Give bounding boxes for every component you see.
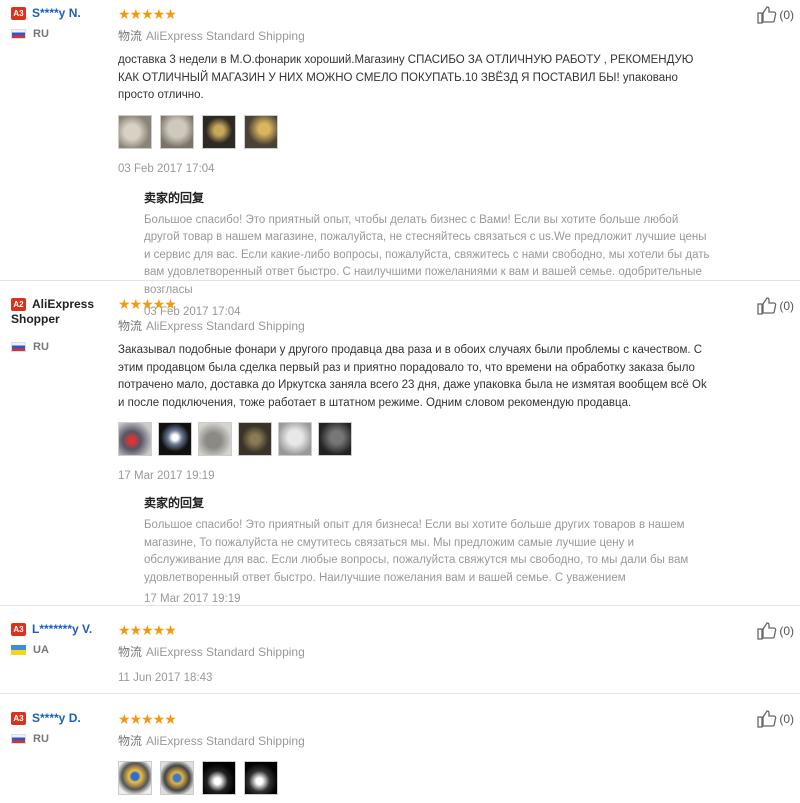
seller-reply-title: 卖家的回复 [144,190,205,205]
country-code: UA [33,644,49,656]
seller-reply-text: Большое спасибо! Это приятный опыт для б… [144,519,689,584]
review-item: A3 S****y D. RU ★★★★★ 物流 AliExpress Stand… [0,694,800,803]
thumbs-up-icon [757,622,777,640]
russia-flag-icon [11,29,26,39]
shipping-method: AliExpress Standard Shipping [146,319,305,333]
reviewer-country: RU [11,341,111,353]
review-date: 11 Jun 2017 18:43 [118,672,213,684]
review-photo-thumbnail[interactable] [160,761,194,795]
like-count: (0) [779,299,794,313]
reviewer-name[interactable]: S****y D. [32,711,81,726]
seller-reply: 卖家的回复 Большое спасибо! Это приятный опыт… [144,494,710,605]
like-button[interactable]: (0) [757,6,794,24]
reviewer-info: A3 S****y N. RU [11,6,111,40]
review-photo-thumbnail[interactable] [160,114,194,149]
like-button[interactable]: (0) [757,710,794,728]
reviewer-country: UA [11,644,111,656]
review-photo-thumbnail[interactable] [244,114,278,149]
like-count: (0) [779,712,794,726]
review-date: 17 Mar 2017 19:19 [118,470,215,482]
buyer-level-badge: A3 [11,623,26,636]
shipping-method: AliExpress Standard Shipping [146,645,305,659]
shipping-method: AliExpress Standard Shipping [146,29,305,43]
russia-flag-icon [11,342,26,352]
seller-reply-date: 17 Mar 2017 19:19 [144,593,241,605]
review-photo-thumbnail[interactable] [118,422,152,456]
like-count: (0) [779,624,794,638]
like-button[interactable]: (0) [757,622,794,640]
like-count: (0) [779,8,794,22]
reviewer-name[interactable]: L*******y V. [32,622,92,637]
review-photo-thumbnail[interactable] [202,114,236,149]
shipping-info: 物流 AliExpress Standard Shipping [118,317,710,334]
logistics-label: 物流 [118,319,143,333]
review-photo-thumbnail[interactable] [244,761,278,795]
review-photos [118,114,710,149]
star-rating: ★★★★★ [118,711,177,727]
reviewer-name[interactable]: S****y N. [32,6,81,21]
review-photo-thumbnail[interactable] [198,422,232,456]
buyer-level-badge: A3 [11,712,26,725]
review-item: A2 AliExpress Shopper RU ★★★★★ 物流 AliExpr… [0,281,800,606]
review-photos [118,761,710,795]
country-code: RU [33,341,49,353]
country-code: RU [33,733,49,745]
country-code: RU [33,28,49,40]
logistics-label: 物流 [118,29,143,43]
shipping-method: AliExpress Standard Shipping [146,734,305,748]
review-photo-thumbnail[interactable] [158,422,192,456]
review-text: доставка 3 недели в М.О.фонарик хороший.… [118,54,694,101]
shipping-info: 物流 AliExpress Standard Shipping [118,732,710,749]
ukraine-flag-icon [11,645,26,655]
russia-flag-icon [11,734,26,744]
shipping-info: 物流 AliExpress Standard Shipping [118,27,710,44]
review-photo-thumbnail[interactable] [278,422,312,456]
review-photo-thumbnail[interactable] [202,761,236,795]
review-photo-thumbnail[interactable] [118,761,152,795]
buyer-level-badge: A3 [11,7,26,20]
reviewer-name: AliExpress Shopper [11,297,95,326]
review-text: Заказывал подобные фонари у другого прод… [118,344,707,409]
seller-reply-title: 卖家的回复 [144,496,205,510]
reviewer-country: RU [11,733,111,745]
reviewer-info: A3 L*******y V. UA [11,622,111,656]
shipping-info: 物流 AliExpress Standard Shipping [118,643,710,660]
like-button[interactable]: (0) [757,297,794,315]
star-rating: ★★★★★ [118,6,177,22]
thumbs-up-icon [757,6,777,24]
star-rating: ★★★★★ [118,296,177,312]
review-photos [118,422,710,456]
star-rating: ★★★★★ [118,622,177,638]
reviewer-country: RU [11,28,111,40]
review-date: 03 Feb 2017 17:04 [118,162,215,175]
review-item: A3 L*******y V. UA ★★★★★ 物流 AliExpress St… [0,606,800,694]
reviewer-info: A2 AliExpress Shopper RU [11,297,111,353]
review-photo-thumbnail[interactable] [118,114,152,149]
thumbs-up-icon [757,710,777,728]
logistics-label: 物流 [118,645,143,659]
logistics-label: 物流 [118,734,143,748]
thumbs-up-icon [757,297,777,315]
review-photo-thumbnail[interactable] [238,422,272,456]
review-item: A3 S****y N. RU ★★★★★ 物流 AliExpress Stand… [0,0,800,318]
review-photo-thumbnail[interactable] [318,422,352,456]
reviewer-info: A3 S****y D. RU [11,711,111,745]
